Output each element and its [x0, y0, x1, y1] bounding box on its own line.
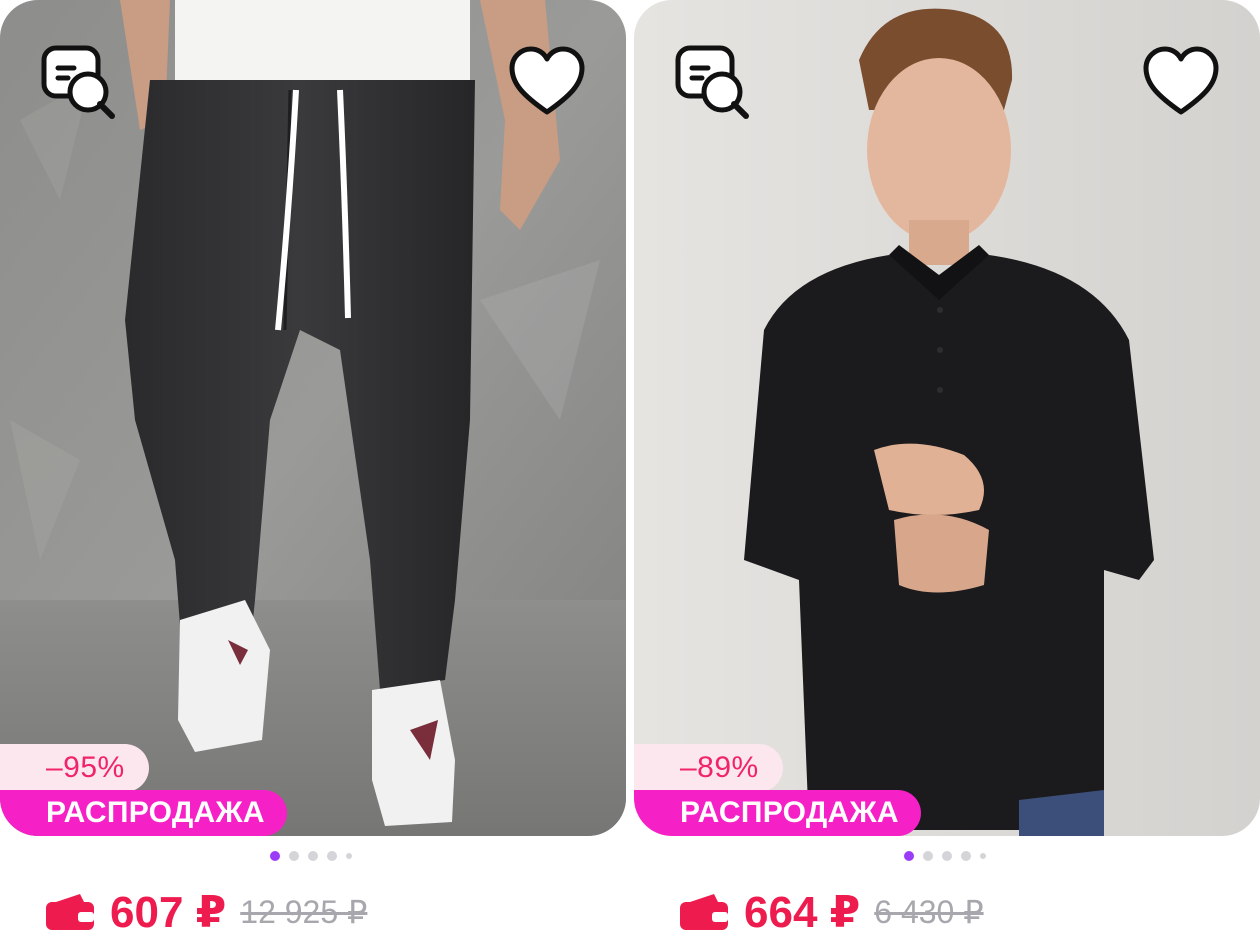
gallery-dot[interactable] [289, 851, 299, 861]
old-price: 6 430 ₽ [874, 894, 984, 930]
product-grid: –95% РАСПРОДАЖА 607 ₽ 12 925 ₽ –89% РАСП… [0, 0, 1260, 949]
product-card[interactable]: –89% РАСПРОДАЖА 664 ₽ 6 430 ₽ [634, 0, 1260, 949]
similar-search-button[interactable] [670, 40, 756, 126]
wallet-icon [680, 894, 728, 930]
sale-badge: РАСПРОДАЖА [634, 790, 921, 836]
gallery-pagination [904, 850, 986, 862]
similar-search-icon [41, 45, 115, 119]
gallery-dot[interactable] [270, 851, 280, 861]
old-price: 12 925 ₽ [240, 894, 368, 930]
gallery-dot[interactable] [346, 853, 352, 859]
favorite-button[interactable] [1138, 40, 1224, 126]
discount-badge: –95% [0, 744, 149, 792]
favorite-button[interactable] [504, 40, 590, 126]
gallery-dot[interactable] [961, 851, 971, 861]
similar-search-icon [675, 45, 749, 119]
similar-search-button[interactable] [36, 40, 122, 126]
product-photo[interactable]: –89% РАСПРОДАЖА [634, 0, 1260, 836]
heart-icon [509, 46, 585, 115]
product-card[interactable]: –95% РАСПРОДАЖА 607 ₽ 12 925 ₽ [0, 0, 626, 949]
product-photo[interactable]: –95% РАСПРОДАЖА [0, 0, 626, 836]
gallery-dot[interactable] [923, 851, 933, 861]
heart-icon [1143, 46, 1219, 115]
gallery-dot[interactable] [327, 851, 337, 861]
gallery-dot[interactable] [980, 853, 986, 859]
gallery-dot[interactable] [942, 851, 952, 861]
wallet-icon [46, 894, 94, 930]
current-price: 607 ₽ [110, 887, 227, 937]
gallery-dot[interactable] [308, 851, 318, 861]
current-price: 664 ₽ [744, 887, 861, 937]
gallery-dot[interactable] [904, 851, 914, 861]
discount-badge: –89% [634, 744, 783, 792]
price-row: 664 ₽ 6 430 ₽ [678, 880, 984, 944]
gallery-pagination [270, 850, 352, 862]
sale-badge: РАСПРОДАЖА [0, 790, 287, 836]
price-row: 607 ₽ 12 925 ₽ [44, 880, 367, 944]
